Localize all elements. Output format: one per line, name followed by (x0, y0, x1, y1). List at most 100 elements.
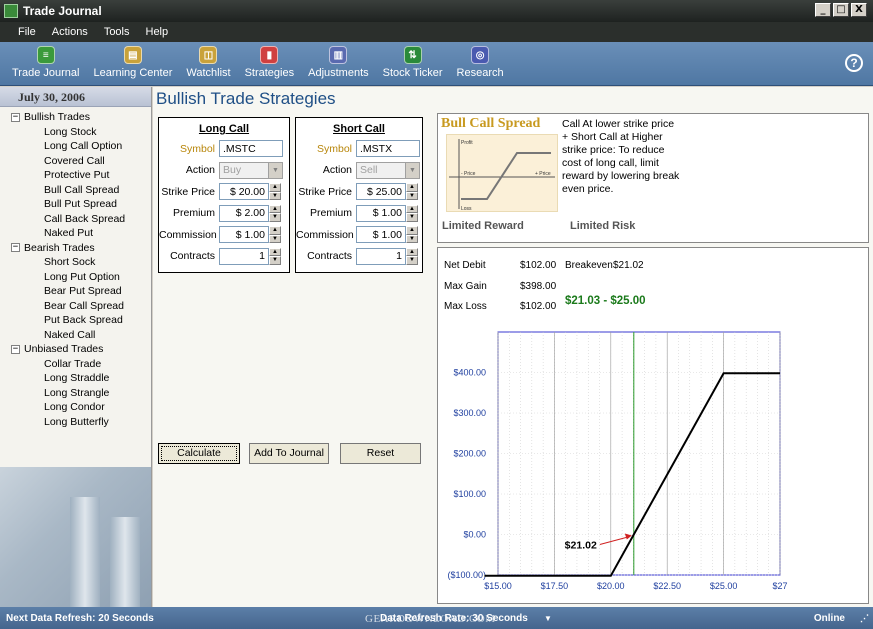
strike-label: Strike Price (161, 185, 215, 198)
net-debit-label: Net Debit (444, 260, 486, 271)
tree-item-bull-put-spread[interactable]: Bull Put Spread (0, 197, 151, 212)
maximize-button[interactable]: □ (833, 3, 849, 17)
short-call-symbol-input[interactable] (356, 140, 420, 158)
spin-down-icon[interactable]: ▼ (406, 256, 418, 265)
toolbar-adjustments-button[interactable]: ▥ Adjustments (301, 42, 376, 79)
spin-down-icon[interactable]: ▼ (269, 256, 281, 265)
strategy-name: Bull Call Spread (441, 116, 541, 131)
spin-down-icon[interactable]: ▼ (269, 213, 281, 222)
tree-item-covered-call[interactable]: Covered Call (0, 154, 151, 169)
spin-down-icon[interactable]: ▼ (269, 191, 281, 201)
tree-item-long-call-option[interactable]: Long Call Option (0, 139, 151, 154)
tree-item-long-put-option[interactable]: Long Put Option (0, 270, 151, 285)
toolbar-stock-ticker-button[interactable]: ⇅ Stock Ticker (376, 42, 450, 79)
long-call-symbol-input[interactable] (219, 140, 283, 158)
tree-item-collar-trade[interactable]: Collar Trade (0, 357, 151, 372)
toolbar-learning-center-button[interactable]: ▤ Learning Center (86, 42, 179, 79)
long-call-panel: Long Call Symbol Action Buy ▼ Strike Price… (158, 117, 290, 273)
strike-label: Strike Price (298, 185, 352, 198)
tree-item-bear-put-spread[interactable]: Bear Put Spread (0, 284, 151, 299)
action-label: Action (322, 164, 352, 177)
short-call-action-value: Sell (360, 163, 378, 176)
resize-grip-icon[interactable]: ⋰ (860, 613, 869, 624)
spin-up-icon[interactable]: ▲ (406, 204, 418, 214)
short-call-contracts-input[interactable] (356, 247, 406, 265)
close-button[interactable]: X (851, 3, 867, 17)
toolbar-watchlist-button[interactable]: ◫ Watchlist (179, 42, 237, 79)
spin-down-icon[interactable]: ▼ (406, 234, 418, 244)
chevron-down-icon[interactable]: ▼ (544, 614, 552, 623)
mini-price-right-label: + Price (535, 171, 551, 177)
tree-item-bear-call-spread[interactable]: Bear Call Spread (0, 299, 151, 314)
spin-up-icon[interactable]: ▲ (269, 247, 281, 257)
tree-group-bullish-trades[interactable]: − Bullish Trades (0, 110, 151, 125)
tree-group-bearish-trades[interactable]: − Bearish Trades (0, 241, 151, 256)
spin-down-icon[interactable]: ▼ (406, 213, 418, 222)
main-content: Bullish Trade Strategies Long Call Symbo… (153, 87, 873, 607)
tree-item-naked-call[interactable]: Naked Call (0, 328, 151, 343)
spin-up-icon[interactable]: ▲ (406, 226, 418, 235)
collapse-icon[interactable]: − (11, 243, 20, 253)
tree-item-long-butterfly[interactable]: Long Butterfly (0, 415, 151, 430)
spin-up-icon[interactable]: ▲ (269, 183, 281, 192)
long-call-commission-input[interactable] (219, 226, 269, 244)
spin-up-icon[interactable]: ▲ (269, 204, 281, 214)
calculate-button[interactable]: Calculate (158, 443, 240, 464)
short-call-premium-input[interactable] (356, 204, 406, 222)
minimize-button[interactable]: _ (815, 3, 831, 17)
short-call-commission-input[interactable] (356, 226, 406, 244)
status-bar: Next Data Refresh: 20 Seconds Data Refre… (0, 607, 873, 629)
tree-item-put-back-spread[interactable]: Put Back Spread (0, 313, 151, 328)
max-loss-label: Max Loss (444, 301, 487, 312)
tree-group-label: Unbiased Trades (24, 343, 104, 355)
tree-item-long-strangle[interactable]: Long Strangle (0, 386, 151, 401)
spin-up-icon[interactable]: ▲ (406, 247, 418, 257)
y-tick-label: $400.00 (453, 368, 486, 378)
reset-button[interactable]: Reset (340, 443, 421, 464)
spin-up-icon[interactable]: ▲ (269, 226, 281, 235)
add-to-journal-button[interactable]: Add To Journal (249, 443, 329, 464)
journal-icon: ≡ (36, 46, 55, 64)
toolbar-research-button[interactable]: ◎ Research (450, 42, 511, 79)
long-call-premium-input[interactable] (219, 204, 269, 222)
short-call-strike-input[interactable] (356, 183, 406, 201)
long-call-strike-input[interactable] (219, 183, 269, 201)
strategy-description: Call At lower strike price + Short Call … (562, 118, 680, 195)
short-call-heading: Short Call (333, 123, 385, 135)
spin-down-icon[interactable]: ▼ (406, 191, 418, 201)
short-call-panel: Short Call Symbol Action Sell ▼ Strike Pri… (295, 117, 423, 273)
menu-tools[interactable]: Tools (96, 26, 138, 38)
spin-down-icon[interactable]: ▼ (269, 234, 281, 244)
tree-item-call-back-spread[interactable]: Call Back Spread (0, 212, 151, 227)
long-call-contracts-input[interactable] (219, 247, 269, 265)
menu-bar: File Actions Tools Help (0, 22, 873, 42)
menu-actions[interactable]: Actions (44, 26, 96, 38)
tree-item-short-sock[interactable]: Short Sock (0, 255, 151, 270)
tree-item-bull-call-spread[interactable]: Bull Call Spread (0, 183, 151, 198)
toolbar-label: Trade Journal (12, 67, 80, 79)
breakeven-annotation: $21.02 (565, 540, 597, 552)
watchlist-icon: ◫ (199, 46, 218, 64)
tree-item-protective-put[interactable]: Protective Put (0, 168, 151, 183)
menu-file[interactable]: File (10, 26, 44, 38)
online-status: Online (813, 612, 845, 624)
spin-up-icon[interactable]: ▲ (406, 183, 418, 192)
tree-group-unbiased-trades[interactable]: − Unbiased Trades (0, 342, 151, 357)
strategy-info-panel: Bull Call Spread Profit Loss - Price + P… (437, 113, 869, 243)
sidebar-date: July 30, 2006 (0, 87, 151, 107)
max-gain-label: Max Gain (444, 281, 487, 292)
collapse-icon[interactable]: − (11, 112, 20, 122)
premium-label: Premium (172, 207, 215, 220)
help-icon[interactable]: ? (845, 54, 863, 72)
next-refresh-text: Next Data Refresh: 20 Seconds (6, 612, 154, 624)
tree-item-long-condor[interactable]: Long Condor (0, 400, 151, 415)
toolbar-label: Strategies (244, 67, 295, 79)
tree-item-long-stock[interactable]: Long Stock (0, 125, 151, 140)
tree-item-long-straddle[interactable]: Long Straddle (0, 371, 151, 386)
long-call-action-select: Buy ▼ (219, 161, 283, 179)
menu-help[interactable]: Help (138, 26, 177, 38)
collapse-icon[interactable]: − (11, 344, 20, 354)
toolbar-strategies-button[interactable]: ▮ Strategies (238, 42, 302, 79)
tree-item-naked-put[interactable]: Naked Put (0, 226, 151, 241)
toolbar-trade-journal-button[interactable]: ≡ Trade Journal (5, 42, 86, 79)
